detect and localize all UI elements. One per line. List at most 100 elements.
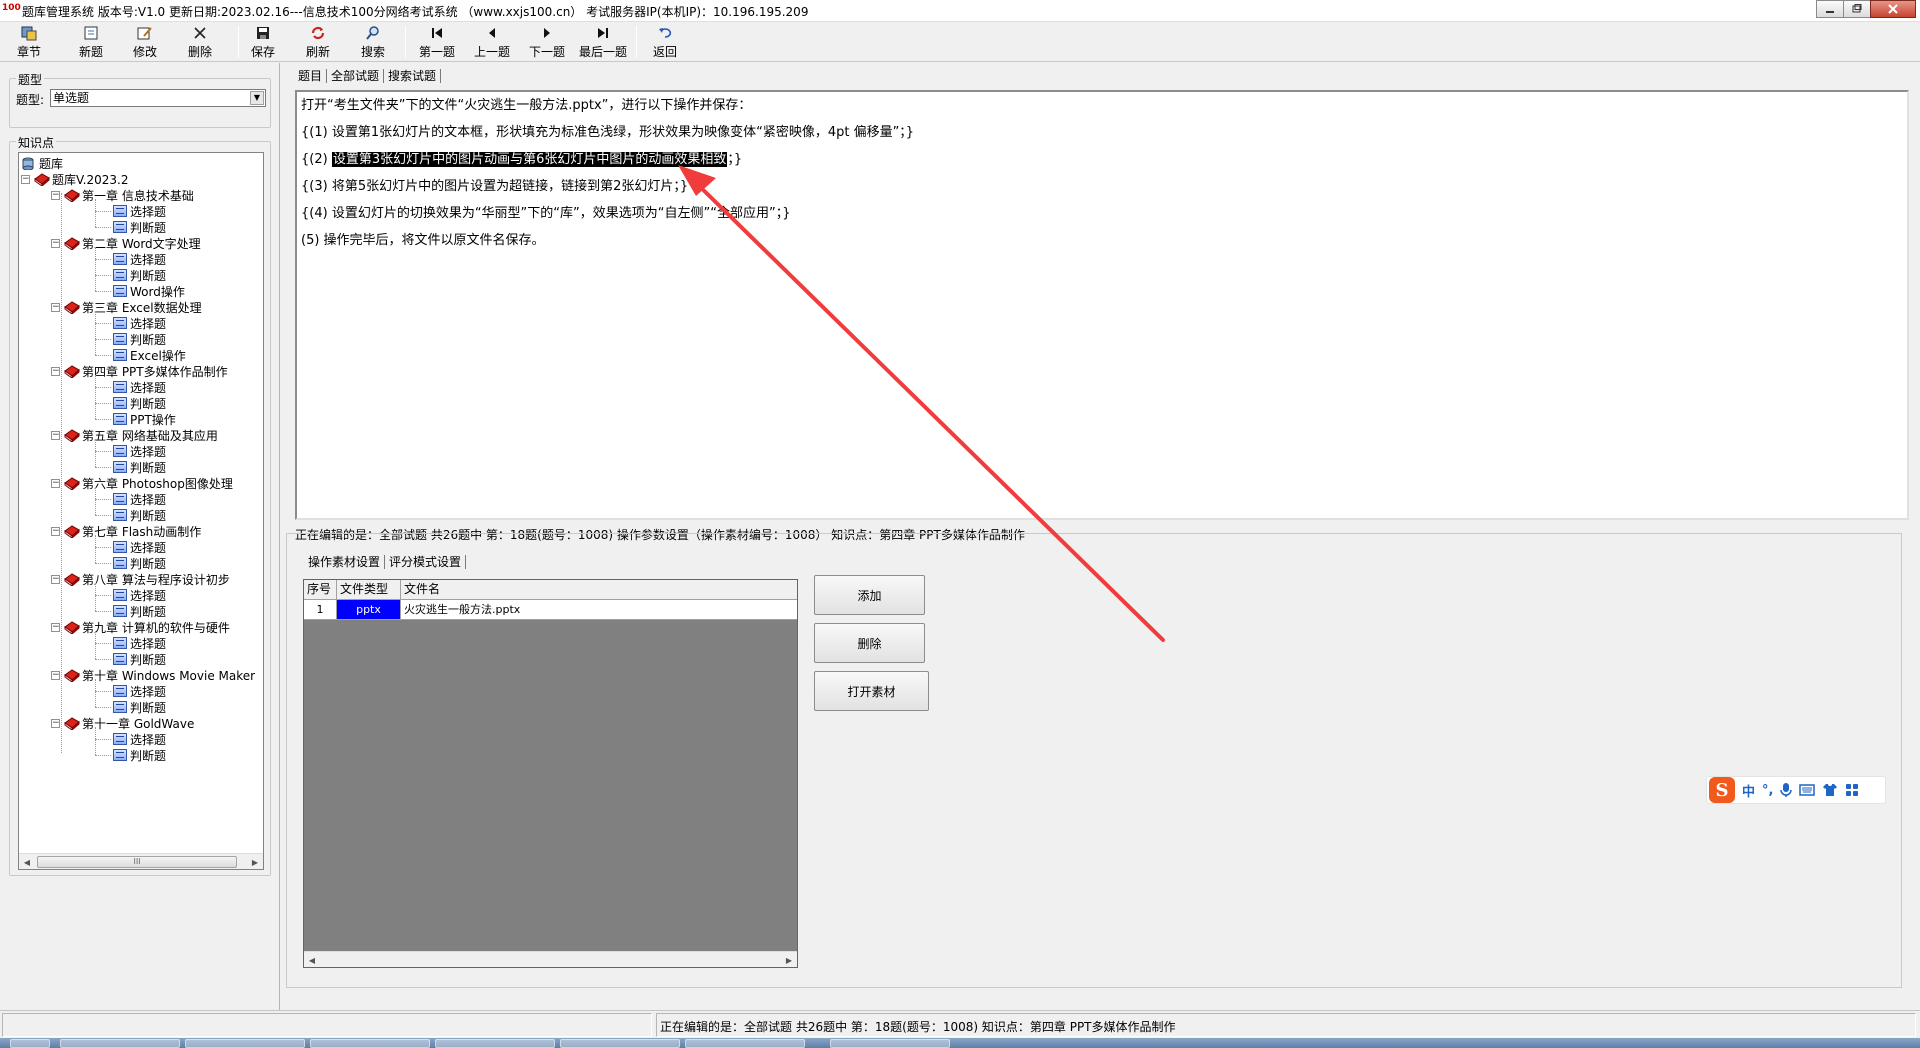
edit-question-button[interactable]: 修改 <box>118 24 172 60</box>
knowledge-tree[interactable]: 题库 − 题库V.2023.2 − 第一章 信息技术基础 选择题 判断题 − 第… <box>18 152 264 870</box>
start-button[interactable] <box>10 1039 50 1048</box>
tab-question[interactable]: 题目 <box>294 69 328 83</box>
tree-leaf[interactable]: 判断题 <box>113 395 166 411</box>
question-type-select[interactable]: 单选题 ▼ <box>50 89 266 107</box>
taskbar-item[interactable] <box>830 1039 950 1048</box>
sogou-logo-icon[interactable]: S <box>1709 777 1735 803</box>
taskbar-item[interactable] <box>435 1039 555 1048</box>
maximize-button[interactable] <box>1843 0 1871 18</box>
tab-search-questions[interactable]: 搜索试题 <box>384 69 442 83</box>
tree-leaf[interactable]: 选择题 <box>113 379 166 395</box>
collapse-icon[interactable]: − <box>51 430 60 440</box>
tree-leaf[interactable]: 选择题 <box>113 203 166 219</box>
tree-leaf[interactable]: 判断题 <box>113 747 166 763</box>
tree-leaf[interactable]: 选择题 <box>113 539 166 555</box>
tree-leaf[interactable]: 判断题 <box>113 555 166 571</box>
ime-punctuation-toggle[interactable]: °, <box>1762 783 1773 798</box>
close-button[interactable] <box>1870 0 1916 18</box>
add-material-button[interactable]: 添加 <box>814 575 925 615</box>
question-text-box[interactable]: 打开“考生文件夹”下的文件“火灾逃生一般方法.pptx”，进行以下操作并保存： … <box>295 90 1909 520</box>
tree-leaf[interactable]: 判断题 <box>113 267 166 283</box>
collapse-icon[interactable]: − <box>51 238 60 248</box>
tree-chapter[interactable]: − 第五章 网络基础及其应用 <box>51 427 218 443</box>
scroll-thumb[interactable]: III <box>37 856 237 868</box>
refresh-button[interactable]: 刷新 <box>291 24 345 60</box>
tree-bank[interactable]: − 题库V.2023.2 <box>21 171 128 187</box>
chapter-button[interactable]: 章节 <box>2 24 56 60</box>
ime-language-toggle[interactable]: 中 <box>1742 781 1755 800</box>
collapse-icon[interactable]: − <box>51 190 60 200</box>
collapse-icon[interactable]: − <box>51 478 60 488</box>
tab-material-settings[interactable]: 操作素材设置 <box>304 555 386 569</box>
tree-leaf[interactable]: 判断题 <box>113 219 166 235</box>
collapse-icon[interactable]: − <box>51 622 60 632</box>
scroll-right-icon[interactable]: ▶ <box>781 952 797 968</box>
tree-leaf[interactable]: Word操作 <box>113 283 185 299</box>
tree-leaf[interactable]: 选择题 <box>113 683 166 699</box>
collapse-icon[interactable]: − <box>21 174 30 184</box>
taskbar-item[interactable] <box>685 1039 805 1048</box>
last-question-button[interactable]: 最后一题 <box>575 24 631 60</box>
prev-question-button[interactable]: 上一题 <box>465 24 519 60</box>
tree-leaf[interactable]: Excel操作 <box>113 347 186 363</box>
tree-leaf[interactable]: 判断题 <box>113 507 166 523</box>
collapse-icon[interactable]: − <box>51 718 60 728</box>
tree-chapter[interactable]: − 第一章 信息技术基础 <box>51 187 194 203</box>
taskbar-item[interactable] <box>310 1039 430 1048</box>
tree-leaf[interactable]: 判断题 <box>113 331 166 347</box>
material-table[interactable]: 序号 文件类型 文件名 1 pptx 火灾逃生一般方法.pptx ◀ ▶ <box>303 579 798 968</box>
delete-question-button[interactable]: 删除 <box>173 24 227 60</box>
tree-chapter[interactable]: − 第八章 算法与程序设计初步 <box>51 571 230 587</box>
table-row[interactable]: 1 pptx 火灾逃生一般方法.pptx <box>304 600 797 620</box>
tree-leaf[interactable]: 判断题 <box>113 459 166 475</box>
tree-leaf[interactable]: 选择题 <box>113 443 166 459</box>
collapse-icon[interactable]: − <box>51 302 60 312</box>
tree-leaf[interactable]: 判断题 <box>113 603 166 619</box>
tree-chapter[interactable]: − 第七章 Flash动画制作 <box>51 523 201 539</box>
search-button[interactable]: 搜索 <box>346 24 400 60</box>
tree-horizontal-scrollbar[interactable]: ◀ III ▶ <box>19 853 263 869</box>
tree-leaf[interactable]: 选择题 <box>113 635 166 651</box>
collapse-icon[interactable]: − <box>51 574 60 584</box>
minimize-button[interactable] <box>1816 0 1844 18</box>
collapse-icon[interactable]: − <box>51 670 60 680</box>
tree-chapter[interactable]: − 第三章 Excel数据处理 <box>51 299 202 315</box>
scroll-left-icon[interactable]: ◀ <box>19 854 35 869</box>
taskbar-item[interactable] <box>560 1039 680 1048</box>
open-material-button[interactable]: 打开素材 <box>814 671 929 711</box>
scroll-thumb[interactable] <box>320 954 332 966</box>
tree-chapter[interactable]: − 第十一章 GoldWave <box>51 715 194 731</box>
ime-toolbar[interactable]: S 中 °, <box>1706 776 1886 804</box>
tree-leaf[interactable]: PPT操作 <box>113 411 176 427</box>
tree-leaf[interactable]: 选择题 <box>113 731 166 747</box>
save-button[interactable]: 保存 <box>236 24 290 60</box>
taskbar-item[interactable] <box>60 1039 180 1048</box>
tree-leaf[interactable]: 选择题 <box>113 491 166 507</box>
new-question-button[interactable]: 新题 <box>64 24 118 60</box>
collapse-icon[interactable]: − <box>51 526 60 536</box>
table-horizontal-scrollbar[interactable]: ◀ ▶ <box>304 951 797 967</box>
tree-leaf[interactable]: 选择题 <box>113 251 166 267</box>
microphone-icon[interactable] <box>1780 782 1793 798</box>
scroll-right-icon[interactable]: ▶ <box>247 854 263 869</box>
tree-leaf[interactable]: 选择题 <box>113 315 166 331</box>
taskbar-item[interactable] <box>185 1039 305 1048</box>
tree-chapter[interactable]: − 第四章 PPT多媒体作品制作 <box>51 363 228 379</box>
tree-chapter[interactable]: − 第九章 计算机的软件与硬件 <box>51 619 230 635</box>
first-question-button[interactable]: 第一题 <box>410 24 464 60</box>
tab-all-questions[interactable]: 全部试题 <box>327 69 385 83</box>
tree-root[interactable]: 题库 <box>21 155 63 171</box>
tree-leaf[interactable]: 判断题 <box>113 651 166 667</box>
back-button[interactable]: 返回 <box>638 24 692 60</box>
tab-scoring-settings[interactable]: 评分模式设置 <box>385 555 467 569</box>
tree-chapter[interactable]: − 第六章 Photoshop图像处理 <box>51 475 233 491</box>
delete-material-button[interactable]: 删除 <box>814 623 925 663</box>
tree-chapter[interactable]: − 第十章 Windows Movie Maker <box>51 667 255 683</box>
tree-leaf[interactable]: 选择题 <box>113 587 166 603</box>
next-question-button[interactable]: 下一题 <box>520 24 574 60</box>
toolbox-grid-icon[interactable] <box>1845 783 1859 797</box>
skin-shirt-icon[interactable] <box>1822 783 1838 797</box>
collapse-icon[interactable]: − <box>51 366 60 376</box>
tree-leaf[interactable]: 判断题 <box>113 699 166 715</box>
tree-chapter[interactable]: − 第二章 Word文字处理 <box>51 235 201 251</box>
